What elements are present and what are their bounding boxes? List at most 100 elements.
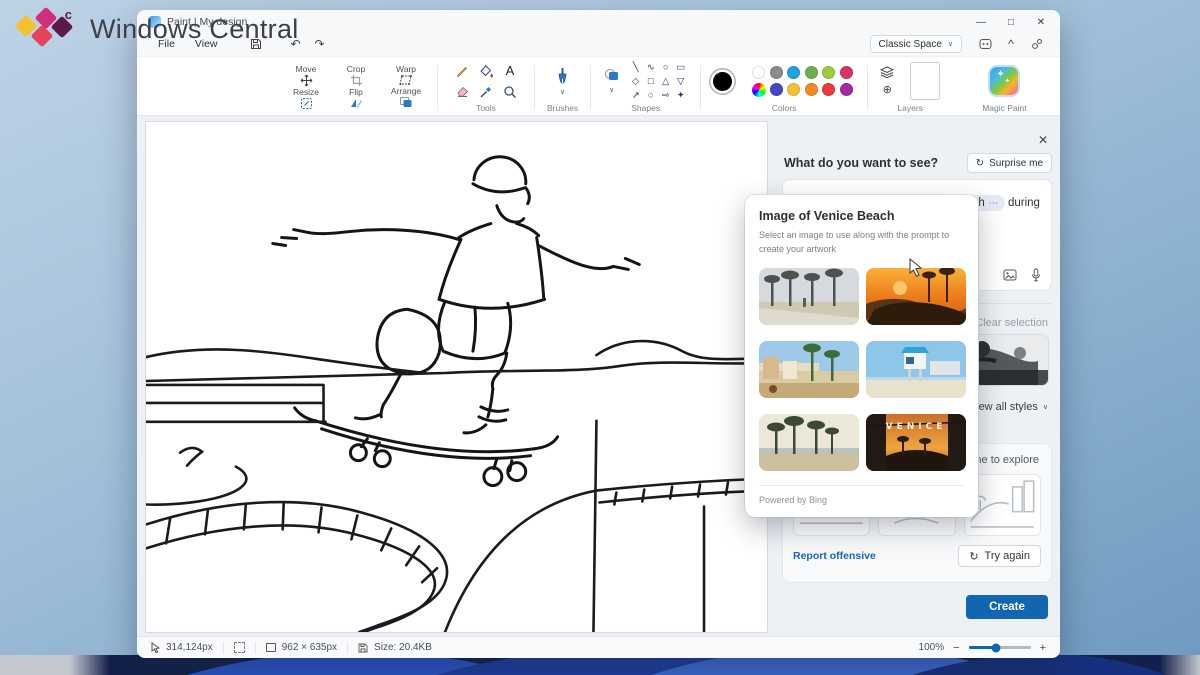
wallpaper-bloom-shapes [0, 655, 1200, 675]
color-swatch[interactable] [787, 66, 800, 79]
prompt-question: What do you want to see? [784, 156, 938, 170]
image-option-beach-palms[interactable] [759, 414, 859, 471]
windows-central-logo-icon: c [16, 6, 74, 52]
shapes-group: ∨ ╲ ∿ ○ ▭ ◇ □ △ ▽ ↗ ○ ⇨ ✦ Shapes [595, 60, 696, 115]
shape-curve[interactable]: ∿ [647, 62, 655, 73]
shape-line[interactable]: ╲ [633, 62, 639, 73]
selected-color-swatch[interactable] [713, 72, 732, 91]
copilot-icon[interactable] [974, 35, 996, 53]
try-again-button[interactable]: ↻ Try again [958, 545, 1041, 567]
status-bar: 314,124px 962 × 635px Size: 20.4KB 100% … [137, 636, 1060, 658]
magic-paint-group: ✦ ✦ Magic Paint [974, 60, 1034, 115]
report-offensive-link[interactable]: Report offensive [793, 550, 876, 562]
layers-group: ⊕ Layers [872, 60, 948, 115]
color-swatch[interactable] [822, 66, 835, 79]
shape-fill-icon[interactable] [603, 68, 620, 83]
arrange-tool[interactable]: Arrange [387, 87, 425, 108]
maximize-button[interactable]: □ [996, 13, 1026, 31]
color-wheel-icon[interactable] [752, 83, 766, 97]
popup-title: Image of Venice Beach [759, 209, 964, 223]
color-swatch[interactable] [822, 83, 835, 96]
shapes-dropdown-icon[interactable]: ∨ [609, 87, 614, 94]
color-swatch[interactable] [840, 66, 853, 79]
colors-group-label: Colors [772, 102, 797, 115]
popup-divider [759, 485, 964, 486]
shape-square[interactable]: □ [648, 76, 654, 87]
desktop-wallpaper-band [0, 655, 1200, 675]
drawing-canvas[interactable] [145, 121, 768, 633]
chevron-down-icon: ∨ [948, 40, 953, 48]
zoom-out-button[interactable]: − [953, 642, 959, 654]
brushes-group-label: Brushes [547, 102, 578, 115]
shape-triangle-down[interactable]: ▽ [677, 76, 684, 87]
layer-thumbnail[interactable] [910, 62, 940, 100]
move-tool[interactable]: Move [287, 65, 325, 87]
skater-sketch [146, 122, 767, 632]
close-button[interactable]: ✕ [1026, 13, 1056, 31]
shape-diamond[interactable]: ◇ [632, 76, 639, 87]
flip-tool[interactable]: Flip [337, 88, 375, 109]
theme-selector-dropdown[interactable]: Classic Space ∨ [870, 35, 962, 53]
color-swatch[interactable] [805, 66, 818, 79]
color-swatch[interactable] [840, 83, 853, 96]
create-button[interactable]: Create [966, 595, 1048, 619]
minimize-button[interactable]: — [966, 13, 996, 31]
redo-icon[interactable]: ↷ [309, 35, 331, 53]
more-options-icon[interactable]: ⋯ [989, 198, 998, 208]
fill-tool[interactable] [479, 64, 494, 78]
color-swatch[interactable] [787, 83, 800, 96]
brush-icon[interactable] [555, 67, 570, 85]
brushes-group: ∨ Brushes [539, 60, 586, 115]
zoom-slider-thumb[interactable] [992, 643, 1001, 652]
color-swatch[interactable] [770, 83, 783, 96]
surprise-me-button[interactable]: ↻ Surprise me [967, 153, 1052, 173]
magic-paint-icon[interactable]: ✦ ✦ [990, 67, 1018, 95]
zoom-in-button[interactable]: + [1040, 642, 1046, 654]
microphone-icon[interactable] [1031, 268, 1041, 282]
image-option-boardwalk-gray[interactable] [759, 268, 859, 325]
text-tool[interactable]: A [506, 64, 515, 77]
image-option-boardwalk-daytime[interactable] [759, 341, 859, 398]
file-size: Size: 20.4KB [358, 642, 432, 653]
color-swatch[interactable] [770, 66, 783, 79]
shape-star[interactable]: ✦ [677, 90, 685, 101]
shape-oval[interactable]: ○ [663, 62, 669, 73]
shape-gallery[interactable]: ╲ ∿ ○ ▭ ◇ □ △ ▽ ↗ ○ ⇨ ✦ [628, 60, 688, 102]
shape-circle[interactable]: ○ [648, 90, 654, 101]
pencil-tool[interactable] [455, 64, 469, 78]
clear-selection-link[interactable]: Clear selection [975, 317, 1048, 329]
crop-tool[interactable]: Crop [337, 65, 375, 87]
ribbon-toolbar: Move Resize Crop [137, 56, 1060, 116]
crop-icon [350, 74, 363, 87]
chevron-down-icon: ∨ [1043, 404, 1048, 411]
powered-by-bing: Powered by Bing [759, 495, 964, 505]
color-swatch[interactable] [752, 66, 765, 79]
shape-arrow-right[interactable]: ⇨ [662, 90, 670, 101]
brushes-dropdown-icon[interactable]: ∨ [560, 89, 565, 96]
view-all-styles-link[interactable]: View all styles ∨ [969, 401, 1048, 413]
image-option-lifeguard-tower[interactable] [866, 341, 966, 398]
add-layer-icon[interactable]: ⊕ [883, 83, 892, 96]
warp-tool[interactable]: Warp [387, 65, 425, 86]
settings-icon[interactable] [1026, 35, 1048, 53]
shape-triangle[interactable]: △ [662, 76, 669, 87]
shapes-group-label: Shapes [631, 102, 660, 115]
collapse-ribbon-icon[interactable]: ^ [1000, 35, 1022, 53]
layers-icon[interactable] [880, 66, 894, 78]
logo-c-mark: c [65, 7, 72, 22]
shape-rectangle[interactable]: ▭ [676, 62, 685, 73]
zoom-slider[interactable] [969, 646, 1031, 649]
eraser-tool[interactable] [455, 85, 470, 98]
refresh-icon: ↻ [976, 158, 984, 169]
shape-arrow[interactable]: ↗ [632, 90, 640, 101]
color-picker-tool[interactable] [479, 85, 493, 99]
image-option-venice-sign[interactable]: VENICE [866, 414, 966, 471]
flip-icon [349, 97, 363, 109]
image-picker-popup: Image of Venice Beach Select an image to… [745, 195, 978, 517]
add-image-icon[interactable] [1003, 269, 1017, 281]
magnifier-tool[interactable] [503, 85, 517, 99]
color-swatch[interactable] [805, 83, 818, 96]
layers-group-label: Layers [897, 102, 923, 115]
sidebar-close-icon[interactable]: ✕ [1038, 133, 1048, 147]
resize-tool[interactable]: Resize [287, 88, 325, 110]
